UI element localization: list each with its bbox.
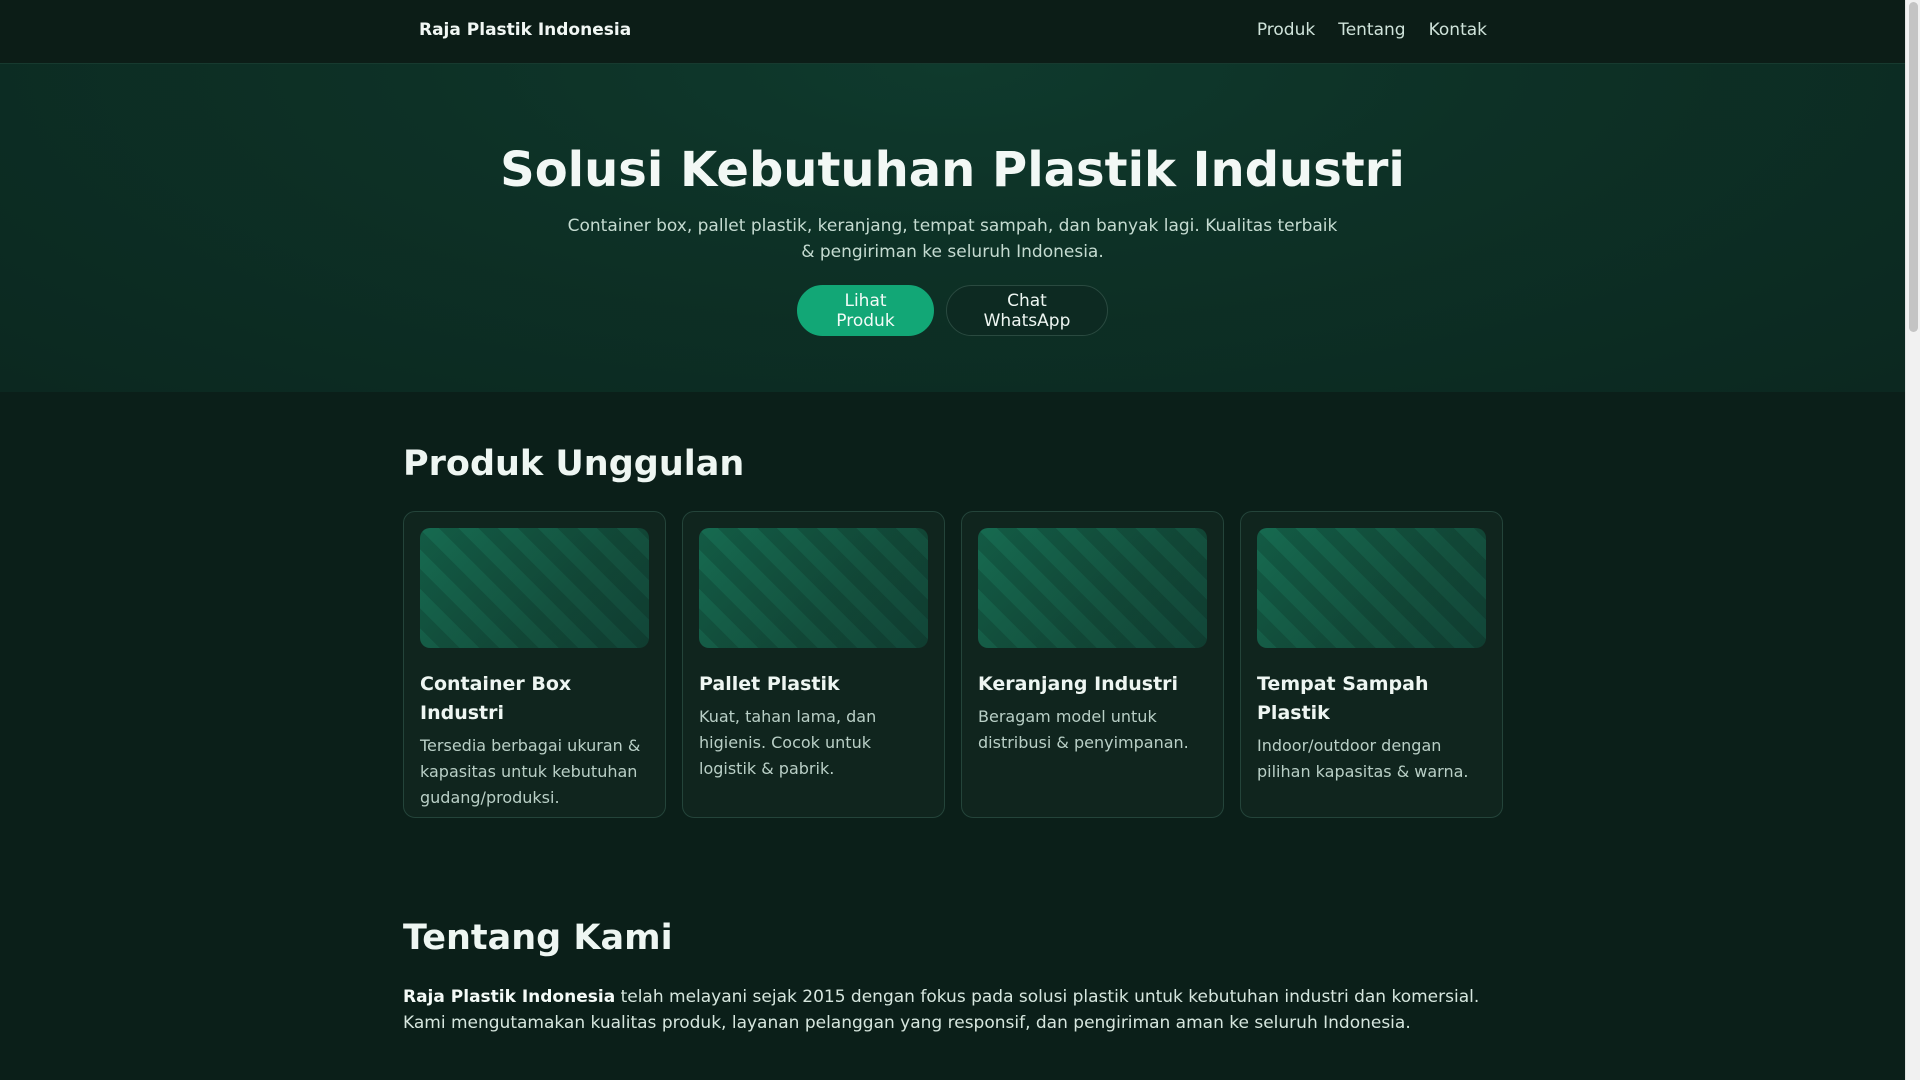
product-card[interactable]: Container Box Industri Tersedia berbagai… [403,511,666,818]
product-title: Container Box Industri [420,673,572,724]
product-image-placeholder [1257,528,1486,648]
nav-link-tentang[interactable]: Tentang [1338,20,1405,40]
nav-link-produk[interactable]: Produk [1257,20,1315,40]
product-image-placeholder [978,528,1207,648]
product-card-list: Container Box Industri Tersedia berbagai… [403,511,1503,818]
top-navbar: Raja Plastik Indonesia Produk Tentang Ko… [0,0,1905,64]
product-title: Pallet Plastik [699,673,840,695]
product-card[interactable]: Keranjang Industri Beragam model untuk d… [961,511,1224,818]
view-products-button[interactable]: Lihat Produk [797,285,934,336]
product-description: Indoor/outdoor dengan pilihan kapasitas … [1257,736,1469,781]
scrollbar-thumb[interactable] [1909,2,1918,332]
product-title: Tempat Sampah Plastik [1257,673,1429,724]
hero-actions: Lihat Produk Chat WhatsApp [0,285,1905,336]
product-description: Tersedia berbagai ukuran & kapasitas unt… [420,736,641,807]
hero-subtitle: Container box, pallet plastik, keranjang… [567,216,1338,262]
products-section-title: Produk Unggulan [403,444,745,484]
about-section-title: Tentang Kami [403,918,673,958]
product-image-placeholder [699,528,928,648]
product-title: Keranjang Industri [978,673,1179,695]
page-scrollbar[interactable] [1905,0,1920,1080]
about-text: Raja Plastik Indonesia telah melayani se… [403,984,1503,1036]
hero-title: Solusi Kebutuhan Plastik Industri [500,142,1405,198]
brand-logo-text[interactable]: Raja Plastik Indonesia [419,20,631,40]
nav-link-kontak[interactable]: Kontak [1429,20,1487,40]
product-card[interactable]: Pallet Plastik Kuat, tahan lama, dan hig… [682,511,945,818]
chat-whatsapp-button[interactable]: Chat WhatsApp [946,285,1108,336]
nav-links: Produk Tentang Kontak [1257,20,1487,40]
product-image-placeholder [420,528,649,648]
page: Raja Plastik Indonesia Produk Tentang Ko… [0,0,1905,1080]
product-description: Kuat, tahan lama, dan higienis. Cocok un… [699,707,877,778]
product-description: Beragam model untuk distribusi & penyimp… [978,707,1189,752]
about-brand-name: Raja Plastik Indonesia [403,987,616,1007]
product-card[interactable]: Tempat Sampah Plastik Indoor/outdoor den… [1240,511,1503,818]
